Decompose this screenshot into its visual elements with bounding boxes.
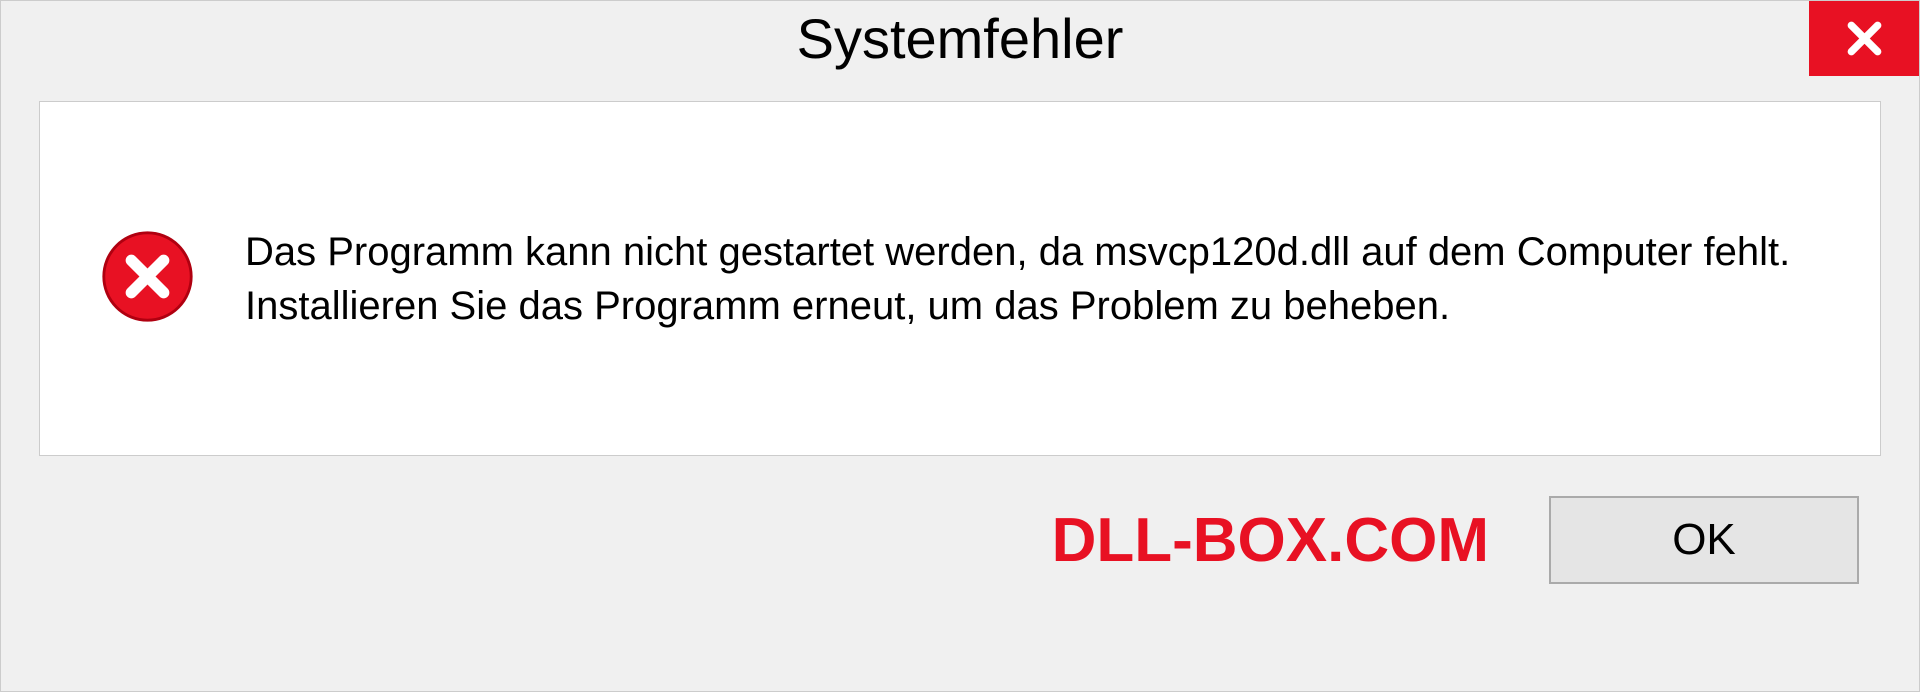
- close-button[interactable]: [1809, 1, 1919, 76]
- title-bar: Systemfehler: [1, 1, 1919, 101]
- close-icon: [1842, 16, 1887, 61]
- error-icon: [100, 229, 195, 329]
- error-message: Das Programm kann nicht gestartet werden…: [245, 225, 1820, 333]
- dialog-title: Systemfehler: [1, 6, 1919, 71]
- ok-button[interactable]: OK: [1549, 496, 1859, 584]
- button-row: DLL-BOX.COM OK: [1, 456, 1919, 584]
- error-dialog: Systemfehler Das Programm kann nicht ges…: [0, 0, 1920, 692]
- watermark-text: DLL-BOX.COM: [1052, 505, 1489, 576]
- content-area: Das Programm kann nicht gestartet werden…: [39, 101, 1881, 456]
